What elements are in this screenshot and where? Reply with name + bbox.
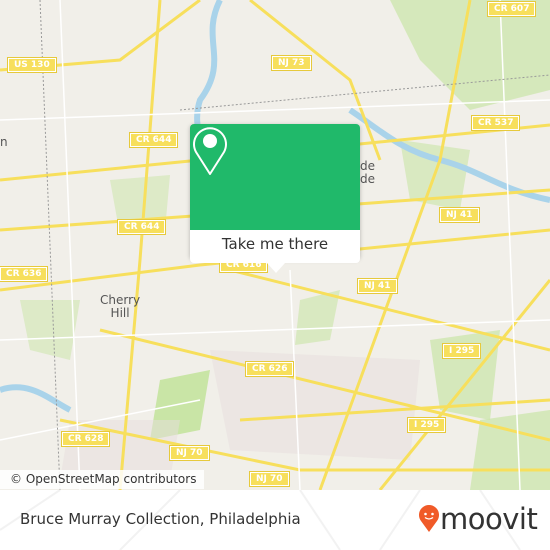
road-label: I 295: [406, 417, 447, 433]
popup-pointer: [267, 263, 285, 273]
map-pin-icon: [193, 127, 227, 175]
road-label: CR 537: [470, 115, 521, 131]
place-label: Cherry Hill: [100, 293, 141, 320]
take-me-there-button[interactable]: Take me there: [190, 230, 360, 263]
road-label: CR 644: [116, 219, 167, 235]
road-label: NJ 41: [439, 207, 480, 223]
road-label: NJ 73: [271, 55, 312, 71]
road-label: I 295: [441, 343, 482, 359]
road-label: CR 626: [244, 361, 295, 377]
moovit-pin-icon: [419, 505, 439, 532]
road-label: NJ 70: [169, 445, 210, 461]
place-label: de de: [360, 159, 375, 186]
road-label: CR 628: [60, 431, 111, 447]
road-label: CR 644: [128, 132, 179, 148]
moovit-logo[interactable]: moovit: [418, 502, 538, 536]
road-label: CR 636: [0, 266, 49, 282]
road-label: NJ 41: [357, 278, 398, 294]
road-label: US 130: [7, 57, 57, 73]
footer: Bruce Murray Collection, Philadelphia mo…: [0, 490, 550, 550]
popup-header: [190, 124, 360, 230]
location-title: Bruce Murray Collection, Philadelphia: [20, 510, 301, 528]
road-label: NJ 70: [249, 471, 290, 487]
moovit-logo-text: moovit: [440, 502, 538, 536]
map-attribution[interactable]: © OpenStreetMap contributors: [0, 470, 205, 489]
destination-popup: Take me there: [190, 124, 360, 273]
road-label: CR 607: [486, 1, 537, 17]
place-label: n: [0, 135, 8, 149]
map[interactable]: CR 607 US 130 NJ 73 CR 644 CR 537 CR 644…: [0, 0, 550, 490]
